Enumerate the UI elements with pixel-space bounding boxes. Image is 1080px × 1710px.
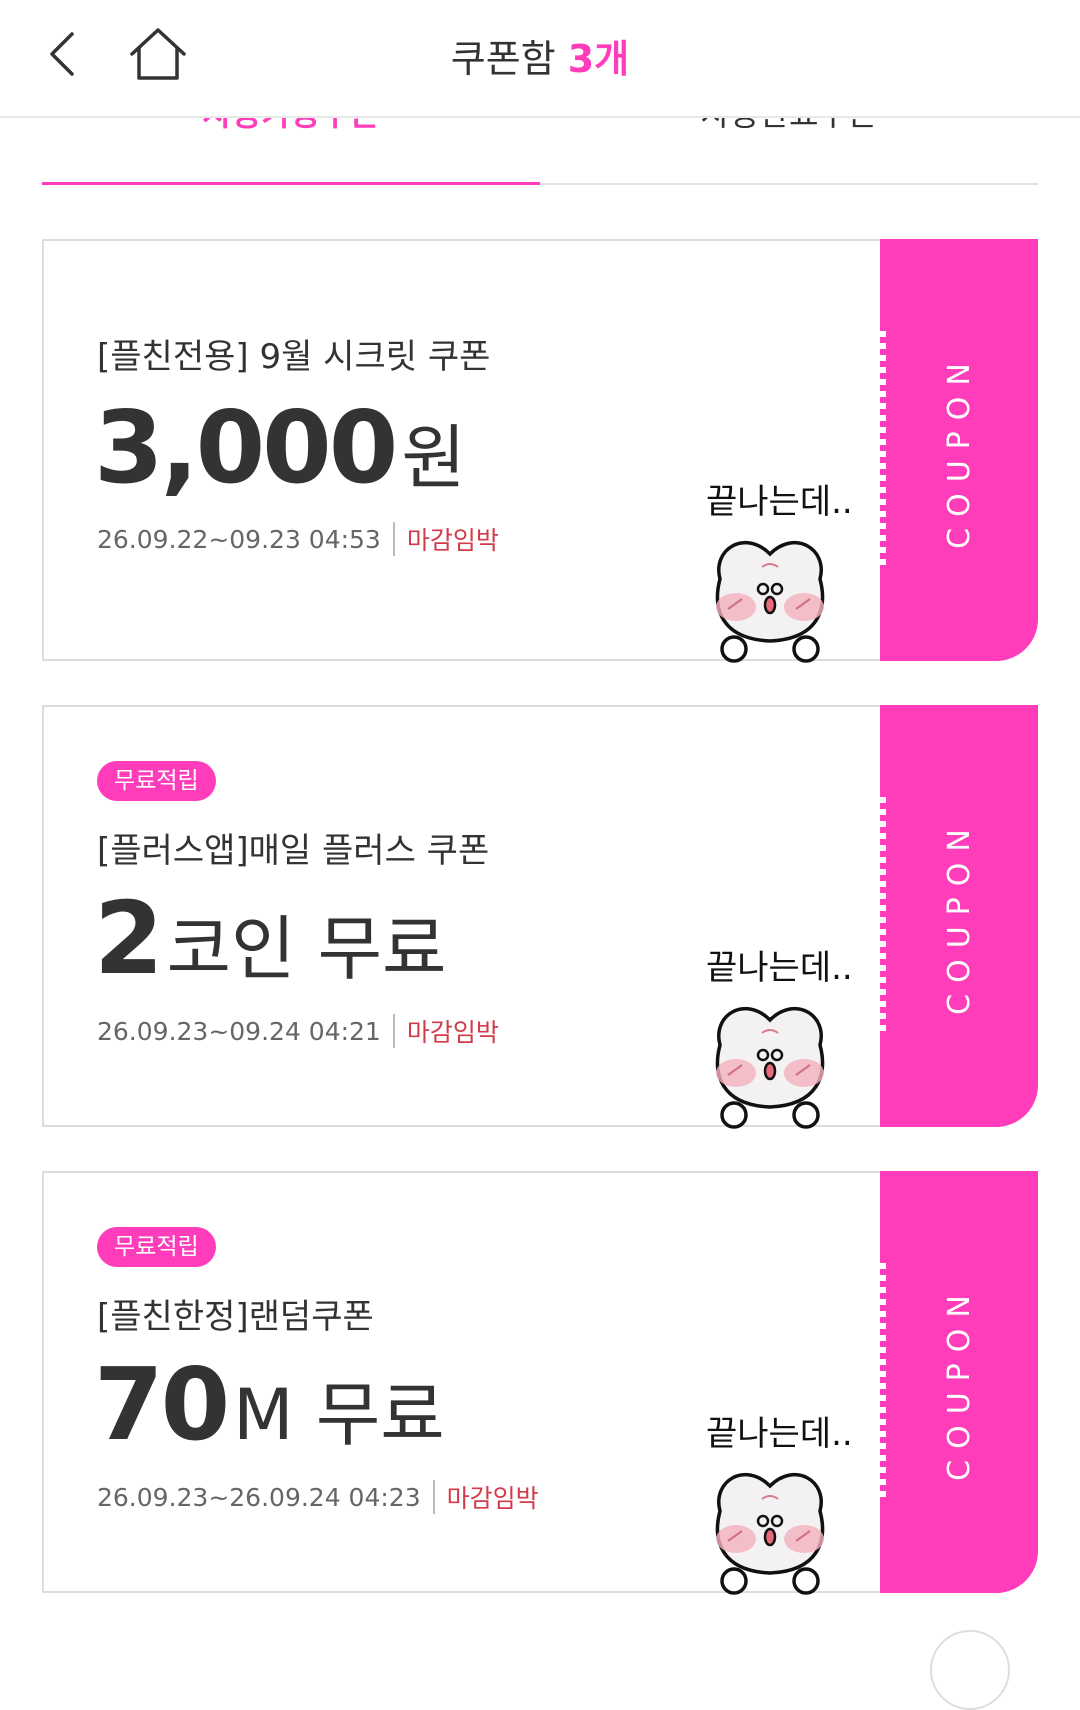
coupon-stub-label: COUPON <box>941 817 977 1015</box>
coupon-card[interactable]: COUPON 무료적립 [플친한정]랜덤쿠폰 70M 무료 26.09.23~2… <box>42 1171 1038 1595</box>
coupon-name: [플친전용] 9월 시크릿 쿠폰 <box>97 337 491 377</box>
sticker-text: 끝나는데.. <box>706 482 850 522</box>
coupon-period: 26.09.23~09.24 04:21 마감임박 <box>97 1013 499 1049</box>
coupon-amount: 3,000원 <box>94 389 466 506</box>
coupon-stub-label: COUPON <box>941 351 977 549</box>
coupon-card[interactable]: COUPON [플친전용] 9월 시크릿 쿠폰 3,000원 26.09.22~… <box>42 239 1038 663</box>
coupon-amount-unit: 원 <box>401 417 466 499</box>
coupon-card[interactable]: COUPON 무료적립 [플러스앱]매일 플러스 쿠폰 2코인 무료 26.09… <box>42 705 1038 1129</box>
crying-character-sticker: 끝나는데.. <box>706 482 850 663</box>
period-divider <box>392 1014 395 1048</box>
sticker-text: 끝나는데.. <box>706 1414 850 1454</box>
coupon-amount-value: 70 <box>94 1346 230 1463</box>
coupon-period-dates: 26.09.22~09.23 04:53 <box>97 524 381 554</box>
page-title-text: 쿠폰함 <box>450 37 556 81</box>
free-badge: 무료적립 <box>97 761 216 801</box>
scroll-top-button[interactable] <box>930 1630 1010 1710</box>
free-badge: 무료적립 <box>97 1227 216 1267</box>
deadline-label: 마감임박 <box>406 1018 499 1047</box>
crying-character-sticker: 끝나는데.. <box>706 948 850 1129</box>
coupon-period-dates: 26.09.23~09.24 04:21 <box>97 1016 381 1046</box>
coupon-amount-unit: 코인 무료 <box>166 908 447 990</box>
coupon-amount-value: 3,000 <box>94 389 398 506</box>
tab-used-coupons[interactable]: 사용완료쿠폰 <box>540 118 1038 144</box>
coupon-amount: 2코인 무료 <box>94 880 446 997</box>
coupon-stub-label: COUPON <box>941 1283 977 1481</box>
period-divider <box>392 522 395 556</box>
coupon-amount: 70M 무료 <box>94 1346 445 1463</box>
coupon-amount-value: 2 <box>94 880 164 997</box>
coupon-amount-unit: M 무료 <box>233 1374 445 1456</box>
tab-active-indicator <box>42 182 540 185</box>
coupon-period: 26.09.23~26.09.24 04:23 마감임박 <box>97 1479 539 1515</box>
coupon-name: [플친한정]랜덤쿠폰 <box>97 1297 374 1337</box>
sticker-text: 끝나는데.. <box>706 948 850 988</box>
coupon-period: 26.09.22~09.23 04:53 마감임박 <box>97 521 499 557</box>
period-divider <box>432 1480 435 1514</box>
coupon-name: [플러스앱]매일 플러스 쿠폰 <box>97 831 490 871</box>
deadline-label: 마감임박 <box>406 526 499 555</box>
deadline-label: 마감임박 <box>446 1484 539 1513</box>
tab-available-coupons[interactable]: 사용가능쿠폰 <box>42 118 540 144</box>
coupon-tabs: 사용가능쿠폰 사용완료쿠폰 <box>42 118 1038 186</box>
coupon-count: 3개 <box>567 37 630 81</box>
coupon-period-dates: 26.09.23~26.09.24 04:23 <box>97 1482 421 1512</box>
crying-character-sticker: 끝나는데.. <box>706 1414 850 1595</box>
top-app-bar: 쿠폰함 3개 <box>0 0 1080 118</box>
page-title: 쿠폰함 3개 <box>0 28 1080 83</box>
